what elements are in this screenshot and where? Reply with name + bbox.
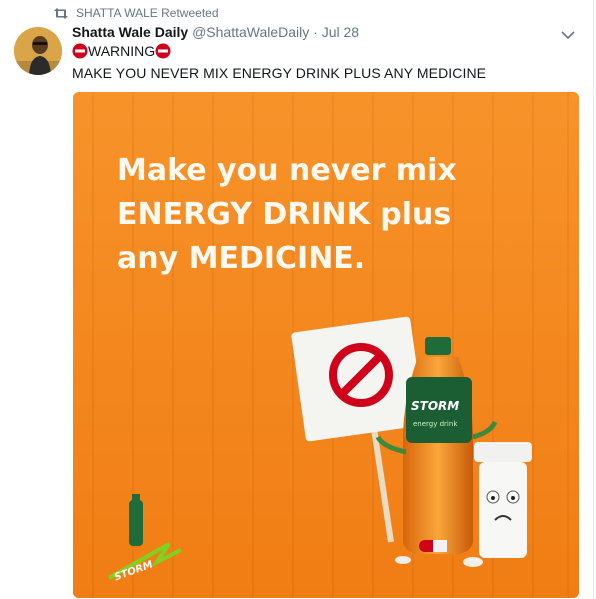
warning-line: WARNING [72, 43, 171, 59]
author-name[interactable]: Shatta Wale Daily [72, 24, 188, 40]
medicine-bottle [474, 442, 532, 558]
bottle-brand: STORM [411, 399, 459, 413]
no-entry-icon [155, 43, 171, 59]
retweet-icon [54, 7, 68, 19]
author-handle[interactable]: @ShattaWaleDaily [192, 24, 309, 40]
poster-line-1: Make you never mix [117, 153, 457, 188]
poster-line-3: any MEDICINE. [117, 241, 365, 276]
bottle-subtitle: energy drink [413, 420, 458, 428]
chevron-down-icon[interactable] [561, 30, 575, 40]
warning-text: WARNING [88, 43, 156, 59]
poster-line-2: ENERGY DRINK plus [117, 197, 451, 232]
tweet-date[interactable]: Jul 28 [322, 24, 359, 40]
no-entry-icon [72, 43, 88, 59]
avatar[interactable] [14, 27, 62, 75]
tweet-header: Shatta Wale Daily @ShattaWaleDaily · Jul… [72, 24, 359, 40]
tweet-card[interactable]: SHATTA WALE Retweeted Shatta Wale Daily … [0, 0, 594, 599]
separator-dot: · [313, 24, 318, 40]
retweet-context: SHATTA WALE Retweeted [54, 6, 219, 20]
retweet-label[interactable]: SHATTA WALE Retweeted [76, 6, 219, 20]
tweet-text: MAKE YOU NEVER MIX ENERGY DRINK PLUS ANY… [72, 65, 487, 81]
tweet-media-image[interactable]: Make you never mix ENERGY DRINK plus any… [73, 92, 579, 598]
